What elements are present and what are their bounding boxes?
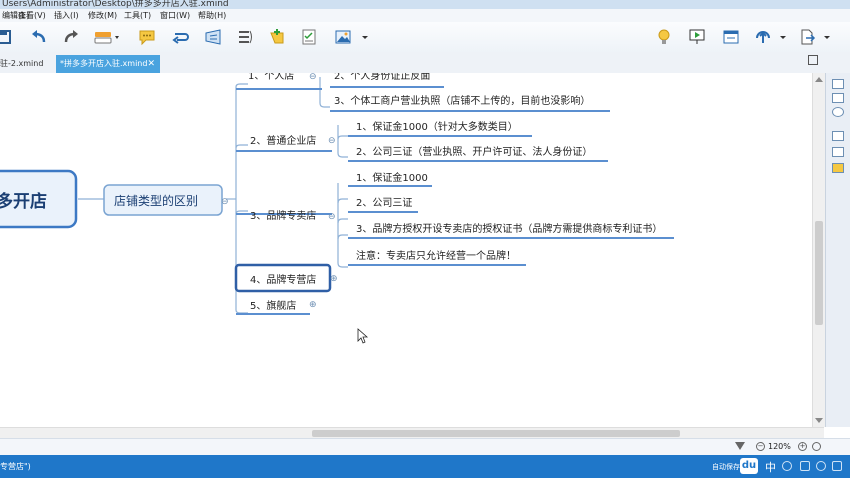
scroll-thumb[interactable]	[815, 221, 823, 325]
expand-icon[interactable]: ⊕	[330, 274, 338, 284]
collapse-icon[interactable]: ⊖	[328, 136, 336, 146]
branch-3-child-1[interactable]: 1、保证金1000	[356, 171, 428, 184]
branch-1-child-2[interactable]: 3、个体工商户营业执照（店铺不上传的，目前也没影响）	[334, 94, 590, 107]
branch-3-child-2[interactable]: 2、公司三证	[356, 197, 412, 209]
collapse-icon[interactable]: ⊖	[221, 197, 229, 207]
dropdown-icon[interactable]	[360, 28, 370, 46]
add-marker-icon[interactable]	[268, 28, 286, 46]
properties-icon[interactable]	[832, 93, 844, 103]
ime-language[interactable]: 中	[765, 459, 776, 475]
overview-icon[interactable]	[832, 147, 844, 157]
scroll-up-icon[interactable]	[815, 77, 823, 82]
branch-4-label[interactable]: 4、品牌专营店	[250, 273, 316, 286]
branch-3-child-3[interactable]: 3、品牌方授权开设专卖店的授权证书（品牌方需提供商标专利证书）	[356, 222, 662, 235]
vertical-scrollbar[interactable]	[812, 73, 825, 427]
editor-tab-bar: 驻-2.xmind *拼多多开店入驻.xmind ✕	[0, 52, 850, 74]
fit-zoom-button[interactable]	[812, 442, 821, 451]
menu-insert[interactable]: 插入(I)	[54, 10, 79, 21]
notes-icon[interactable]	[832, 163, 844, 173]
layout-icon[interactable]	[722, 28, 740, 46]
boundary-icon[interactable]	[204, 28, 222, 46]
summary-icon[interactable]	[236, 28, 254, 46]
relationship-icon[interactable]	[172, 28, 190, 46]
outline-icon[interactable]	[832, 79, 844, 89]
share-icon[interactable]	[754, 28, 772, 46]
window-title: Users\Administrator\Desktop\拼多多开店入驻.xmin…	[2, 0, 229, 9]
punctuation-icon[interactable]	[782, 461, 792, 471]
branch-2-child-2[interactable]: 2、公司三证（营业执照、开户许可证、法人身份证）	[356, 145, 592, 158]
zoom-icon[interactable]	[832, 107, 844, 117]
redo-icon[interactable]	[62, 28, 80, 46]
menu-help[interactable]: 帮助(H)	[198, 10, 226, 21]
image-icon[interactable]	[334, 28, 352, 46]
task-icon[interactable]	[300, 28, 318, 46]
collapse-icon[interactable]: ⊖	[309, 73, 317, 82]
presentation-icon[interactable]	[688, 28, 706, 46]
tab-label: *拼多多开店入驻.xmind	[60, 59, 148, 68]
menu-modify[interactable]: 修改(M)	[88, 10, 117, 21]
export-dropdown-icon[interactable]	[822, 28, 832, 46]
idea-lightbulb-icon[interactable]	[655, 28, 673, 46]
zoom-in-button[interactable]: +	[798, 442, 807, 451]
restore-icon[interactable]	[808, 55, 818, 65]
branch-1-child-1[interactable]: 2、个人身份证正反面	[334, 73, 430, 82]
toolbar	[0, 22, 850, 53]
taskbar: 专营店") 自动保存 du 中	[0, 455, 850, 478]
markers-icon[interactable]	[832, 131, 844, 141]
collapse-icon[interactable]: ⊖	[328, 212, 336, 222]
zoom-out-button[interactable]: −	[756, 442, 765, 451]
menu-tools[interactable]: 工具(T)	[124, 10, 151, 21]
filter-icon[interactable]	[735, 442, 745, 450]
comment-icon[interactable]	[138, 28, 156, 46]
menu-view[interactable]: 查看(V)	[18, 10, 46, 21]
main-topic-label: 店铺类型的区别	[114, 193, 198, 208]
tab-file-2[interactable]: 驻-2.xmind	[0, 55, 56, 73]
right-side-panel	[825, 73, 850, 427]
title-bar: Users\Administrator\Desktop\拼多多开店入驻.xmin…	[0, 0, 850, 9]
tab-main-file[interactable]: *拼多多开店入驻.xmind ✕	[56, 55, 160, 73]
save-icon[interactable]	[0, 28, 18, 46]
scroll-down-icon[interactable]	[815, 418, 823, 423]
branch-2-label[interactable]: 2、普通企业店	[250, 134, 316, 147]
settings-icon[interactable]	[832, 461, 842, 471]
close-icon[interactable]: ✕	[147, 55, 155, 73]
ime-logo-icon[interactable]: du	[740, 458, 758, 474]
scroll-thumb[interactable]	[312, 430, 680, 437]
branch-5-label[interactable]: 5、旗舰店	[250, 299, 296, 312]
mouse-cursor-icon	[357, 328, 369, 344]
branch-3-child-4[interactable]: 注意：专卖店只允许经营一个品牌！	[356, 249, 516, 262]
undo-icon[interactable]	[30, 28, 48, 46]
branch-3-label[interactable]: 3、品牌专卖店	[250, 209, 316, 222]
status-bar: − 120% +	[0, 438, 850, 456]
taskbar-status-text: 专营店")	[0, 462, 31, 471]
mindmap-svg: 多开店 店铺类型的区别 ⊖ 1、个人店 ⊖ 2、个人身份证正反面 3、个体工商户…	[0, 73, 674, 344]
share-dropdown-icon[interactable]	[778, 28, 788, 46]
menu-bar: 编辑(E) 查看(V) 插入(I) 修改(M) 工具(T) 窗口(W) 帮助(H…	[0, 9, 850, 23]
keyboard-icon[interactable]	[800, 461, 810, 471]
ime-status: 自动保存	[712, 463, 740, 471]
zoom-level: 120%	[768, 442, 791, 451]
root-topic-label: 多开店	[0, 191, 47, 212]
branch-1-label[interactable]: 1、个人店	[248, 73, 294, 82]
export-icon[interactable]	[798, 28, 816, 46]
topic-icon[interactable]	[94, 28, 122, 46]
user-icon[interactable]	[816, 461, 826, 471]
menu-window[interactable]: 窗口(W)	[160, 10, 190, 21]
tab-label: 驻-2.xmind	[0, 59, 44, 68]
branch-2-child-1[interactable]: 1、保证金1000（针对大多数类目）	[356, 120, 518, 133]
mindmap-canvas[interactable]: 多开店 店铺类型的区别 ⊖ 1、个人店 ⊖ 2、个人身份证正反面 3、个体工商户…	[0, 73, 812, 427]
expand-icon[interactable]: ⊕	[309, 300, 317, 310]
